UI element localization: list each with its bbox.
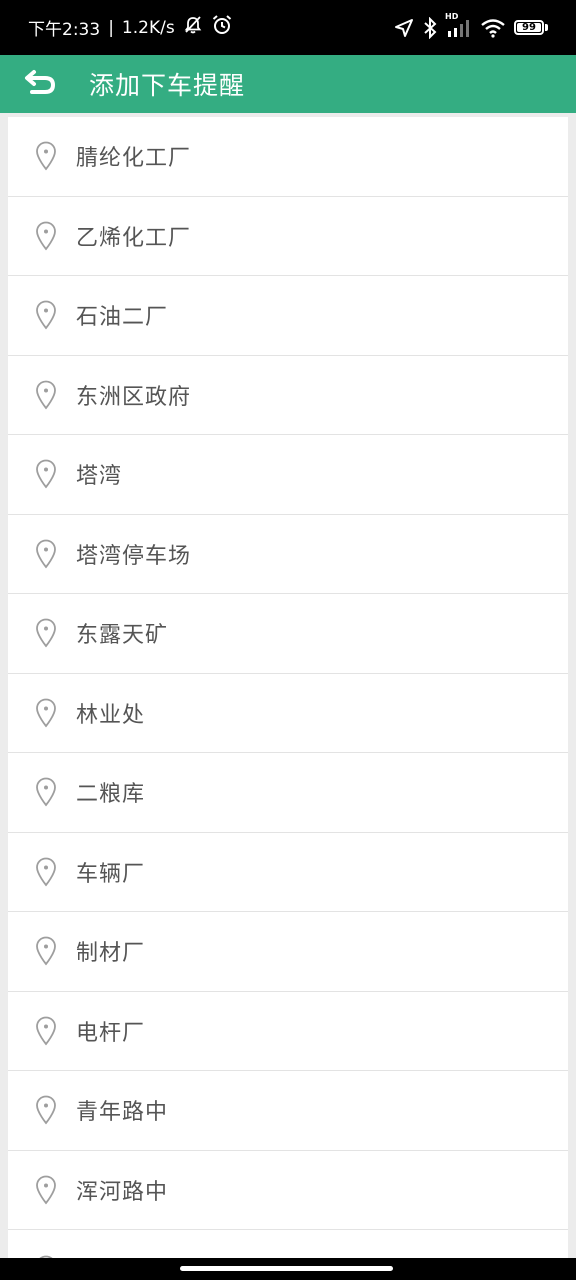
location-pin-icon [33,1175,59,1205]
mute-bell-icon [183,15,203,40]
wifi-icon [480,18,506,38]
stop-name: 乙烯化工厂 [76,225,192,251]
stop-list-item[interactable]: 石油二厂 [8,276,568,356]
stop-name: 二粮库 [76,782,146,808]
stop-name: 林业处 [76,702,146,728]
status-bar: 下午2:33 | 1.2K/s HD 99 [0,0,576,55]
home-handle[interactable] [180,1266,393,1271]
location-arrow-icon [394,18,414,38]
stop-name: 青年路中 [76,1100,169,1126]
stop-list-item[interactable]: 车辆厂 [8,833,568,912]
stop-list-item[interactable]: 林业处 [8,674,568,753]
stop-list-item-partial[interactable] [8,1230,568,1258]
stop-list-item[interactable]: 东露天矿 [8,594,568,674]
stop-list-item[interactable]: 乙烯化工厂 [8,197,568,276]
stop-name: 石油二厂 [76,305,169,331]
location-pin-icon [33,221,59,251]
status-time: 下午2:33 [28,20,101,40]
stop-list-item[interactable]: 青年路中 [8,1071,568,1151]
app-bar: 添加下车提醒 [0,55,576,113]
stop-name: 塔湾 [76,464,123,490]
stop-list-item[interactable]: 浑河路中 [8,1151,568,1230]
location-pin-icon [33,300,59,330]
location-pin-icon [33,777,59,807]
bluetooth-icon [422,16,438,39]
stop-list-item[interactable]: 塔湾 [8,435,568,515]
gesture-nav-bar [0,1258,576,1280]
stop-list-item[interactable]: 二粮库 [8,753,568,833]
stop-list-item[interactable]: 塔湾停车场 [8,515,568,594]
stop-name: 制材厂 [76,941,146,967]
location-pin-icon [33,539,59,569]
location-pin-icon [33,698,59,728]
page-title: 添加下车提醒 [89,71,246,100]
stop-list-item[interactable]: 电杆厂 [8,992,568,1071]
stop-list: 腈纶化工厂乙烯化工厂石油二厂东洲区政府塔湾塔湾停车场东露天矿林业处二粮库车辆厂制… [8,117,568,1258]
location-pin-icon [33,380,59,410]
alarm-icon [211,14,233,41]
stop-name: 东洲区政府 [76,384,192,410]
network-speed: 1.2K/s [121,17,175,38]
location-pin-icon [33,618,59,648]
back-button[interactable] [0,55,80,113]
location-pin-icon [33,141,59,171]
stop-name: 电杆厂 [76,1020,146,1046]
location-pin-icon [33,1016,59,1046]
battery-level: 99 [522,22,536,33]
hd-label: HD [445,11,459,21]
status-right: HD 99 [394,12,548,39]
status-left: 下午2:33 | 1.2K/s [28,14,233,41]
stop-name: 塔湾停车场 [76,543,192,569]
back-arrow-icon [23,67,57,101]
location-pin-icon [33,936,59,966]
stop-list-item[interactable]: 东洲区政府 [8,356,568,435]
status-separator: | [108,17,114,38]
stop-name: 车辆厂 [76,861,146,887]
battery-icon: 99 [514,20,548,35]
location-pin-icon [33,857,59,887]
location-pin-icon [33,1095,59,1125]
location-pin-icon [33,459,59,489]
signal-icon: HD [445,12,472,38]
stop-name: 东露天矿 [76,623,169,649]
stop-name: 浑河路中 [76,1179,169,1205]
stop-list-item[interactable]: 腈纶化工厂 [8,117,568,197]
stop-list-item[interactable]: 制材厂 [8,912,568,992]
stop-name: 腈纶化工厂 [76,146,192,172]
